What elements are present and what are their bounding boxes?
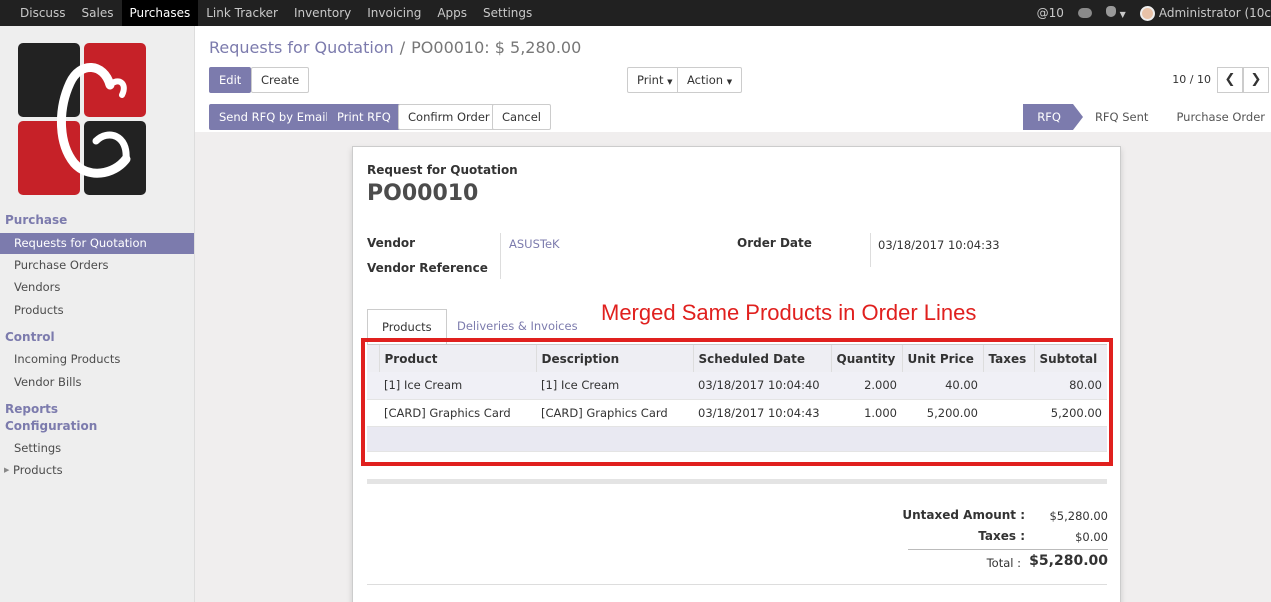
total-value: $5,280.00 (1029, 553, 1108, 569)
sidebar-item-products[interactable]: Products (0, 300, 194, 321)
app-menu: Discuss Sales Purchases Link Tracker Inv… (0, 0, 540, 26)
sidebar-item-vendor-bills[interactable]: Vendor Bills (0, 372, 194, 393)
print-dropdown[interactable]: Print ▼ (627, 67, 683, 93)
menu-inventory[interactable]: Inventory (286, 0, 359, 26)
pager-value[interactable]: 10 / 10 (1172, 67, 1211, 93)
table-footer-bar (367, 479, 1107, 484)
vendor-reference-label: Vendor Reference (367, 261, 488, 275)
totals-divider (908, 549, 1108, 550)
sidebar: Purchase Requests for Quotation Purchase… (0, 26, 195, 602)
breadcrumb: Requests for Quotation / PO00010: $ 5,280.… (209, 38, 581, 57)
chevron-left-icon: ❮ (1224, 72, 1236, 87)
total-label: Total : (986, 556, 1021, 570)
field-divider (500, 233, 501, 279)
action-label: Action (687, 73, 724, 87)
vendor-label: Vendor (367, 236, 416, 250)
field-divider (870, 233, 871, 267)
stage-rfq-sent: RFQ Sent (1094, 110, 1149, 124)
order-date-label: Order Date (737, 236, 812, 250)
chevron-right-icon: ❯ (1250, 72, 1262, 87)
sidebar-item-label: Products (13, 463, 63, 477)
annotation-text: Merged Same Products in Order Lines (601, 300, 977, 325)
caret-down-icon: ▼ (1119, 10, 1126, 19)
section-control: Control (5, 330, 55, 344)
statusbar: Send RFQ by Email Print RFQ Confirm Orde… (195, 104, 1271, 132)
status-stages: RFQ RFQ Sent Purchase Order (1023, 104, 1271, 130)
create-button[interactable]: Create (251, 67, 310, 93)
taxes-label: Taxes : (978, 529, 1025, 543)
main-content: Requests for Quotation / PO00010: $ 5,280.… (195, 26, 1271, 602)
caret-right-icon: ▶ (4, 466, 10, 474)
control-panel: Requests for Quotation / PO00010: $ 5,280.… (195, 26, 1271, 132)
section-purchase: Purchase (5, 213, 68, 227)
sidebar-item-settings[interactable]: Settings (0, 438, 194, 459)
document-name: PO00010 (367, 181, 479, 206)
sidebar-item-rfq[interactable]: Requests for Quotation (0, 233, 194, 254)
edit-button[interactable]: Edit (209, 67, 252, 93)
systray: @10 ▼ Administrator (10c (1037, 0, 1271, 26)
caret-down-icon: ▼ (726, 78, 733, 86)
stage-purchase-order: Purchase Order (1176, 110, 1265, 124)
vendor-field[interactable]: ASUSTeK (509, 237, 560, 251)
untaxed-amount-value: $5,280.00 (1049, 509, 1108, 523)
menu-sales[interactable]: Sales (74, 0, 122, 26)
user-menu[interactable]: Administrator (10c (1139, 5, 1271, 21)
document-type: Request for Quotation (367, 163, 518, 177)
taxes-value: $0.00 (1075, 530, 1108, 544)
chat-icon[interactable] (1077, 8, 1092, 18)
company-logo (18, 43, 146, 195)
annotation-highlight-box (361, 338, 1113, 466)
cancel-button[interactable]: Cancel (492, 104, 551, 130)
untaxed-amount-label: Untaxed Amount : (902, 508, 1025, 522)
debug-menu[interactable]: ▼ (1105, 6, 1126, 20)
menu-invoicing[interactable]: Invoicing (359, 0, 429, 26)
pager-next-button[interactable]: ❯ (1243, 67, 1269, 93)
sidebar-item-config-products[interactable]: ▶ Products (0, 460, 194, 481)
confirm-order-button[interactable]: Confirm Order (398, 104, 500, 130)
menu-settings[interactable]: Settings (475, 0, 540, 26)
order-date-field[interactable]: 03/18/2017 10:04:33 (878, 238, 1000, 252)
menu-purchases[interactable]: Purchases (121, 0, 199, 26)
print-rfq-button[interactable]: Print RFQ (327, 104, 401, 130)
print-label: Print (637, 73, 664, 87)
breadcrumb-parent[interactable]: Requests for Quotation (209, 38, 394, 57)
send-rfq-button[interactable]: Send RFQ by Email (209, 104, 339, 130)
breadcrumb-separator: / (399, 38, 406, 57)
user-name: Administrator (10c (1158, 6, 1271, 20)
section-configuration: Configuration (5, 419, 98, 433)
sidebar-item-vendors[interactable]: Vendors (0, 277, 194, 298)
sidebar-item-incoming-products[interactable]: Incoming Products (0, 349, 194, 370)
sidebar-item-purchase-orders[interactable]: Purchase Orders (0, 255, 194, 276)
form-sheet: Request for Quotation PO00010 Vendor ASU… (352, 146, 1121, 602)
sheet-bottom-divider (367, 584, 1107, 585)
menu-discuss[interactable]: Discuss (12, 0, 74, 26)
bug-icon (1105, 6, 1116, 17)
pager-previous-button[interactable]: ❮ (1217, 67, 1243, 93)
menu-apps[interactable]: Apps (429, 0, 475, 26)
menu-link-tracker[interactable]: Link Tracker (198, 0, 286, 26)
section-reports[interactable]: Reports (5, 402, 58, 416)
stage-rfq: RFQ (1023, 104, 1083, 130)
caret-down-icon: ▼ (667, 78, 673, 86)
mentions-counter[interactable]: @10 (1037, 6, 1064, 20)
top-navbar: Discuss Sales Purchases Link Tracker Inv… (0, 0, 1271, 26)
avatar (1139, 5, 1155, 21)
breadcrumb-current: PO00010: $ 5,280.00 (411, 38, 582, 57)
action-dropdown[interactable]: Action ▼ (677, 67, 743, 93)
